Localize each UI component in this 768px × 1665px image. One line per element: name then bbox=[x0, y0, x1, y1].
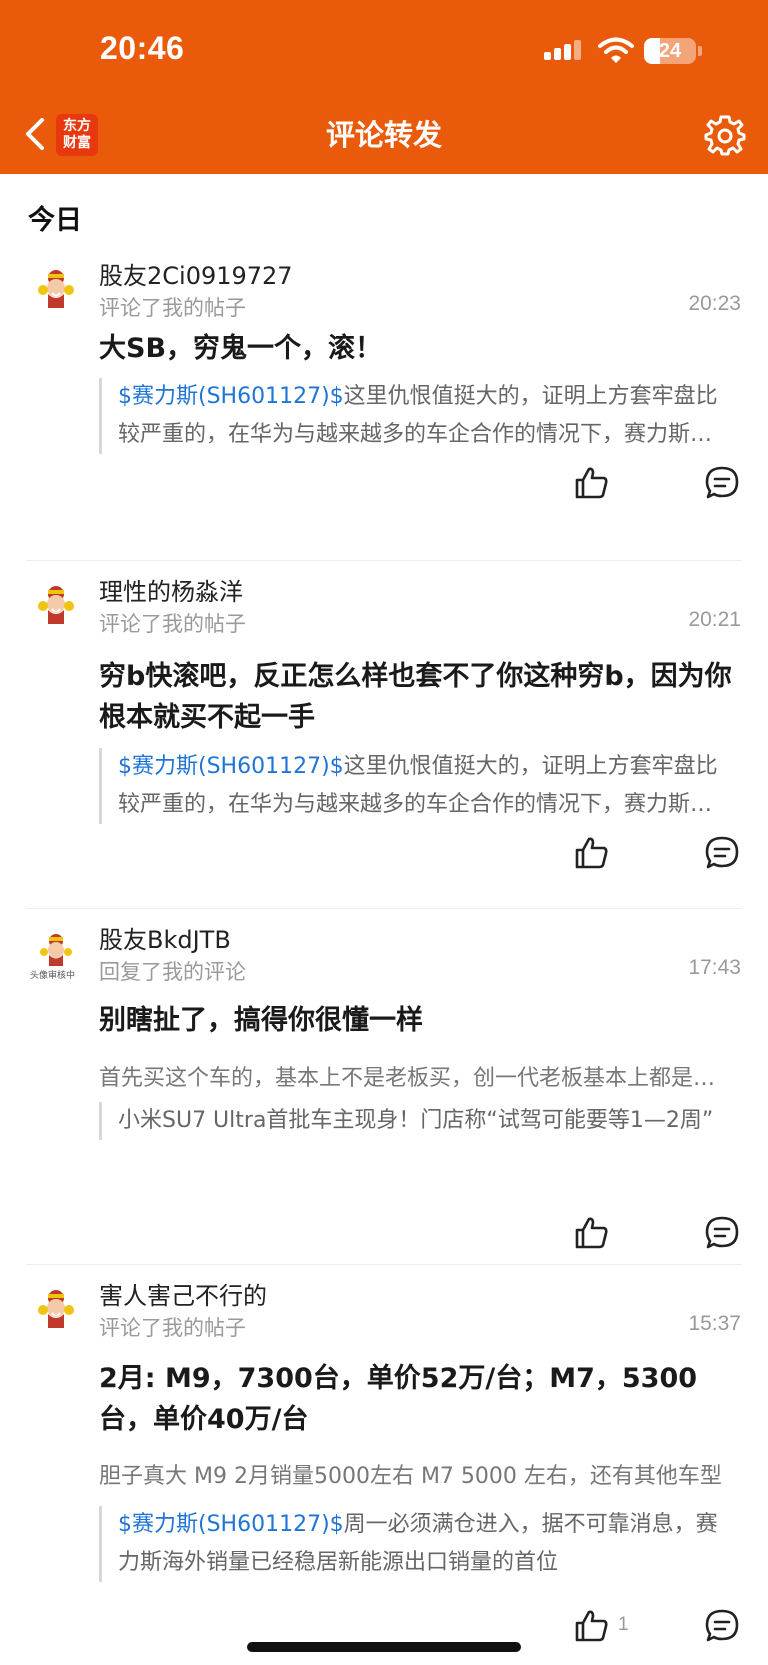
page-title: 评论转发 bbox=[325, 118, 442, 152]
divider bbox=[26, 908, 742, 909]
avatar[interactable] bbox=[34, 268, 78, 312]
stock-link[interactable]: $赛力斯(SH601127)$ bbox=[118, 384, 344, 409]
comment-content[interactable]: 别瞎扯了，搞得你很懂一样 bbox=[99, 1000, 739, 1041]
thumbs-up-icon[interactable] bbox=[574, 1608, 610, 1644]
timestamp: 17:43 bbox=[688, 956, 741, 979]
quoted-post[interactable]: 小米SU7 Ultra首批车主现身！门店称“试驾可能要等1—2周” bbox=[99, 1102, 729, 1140]
thumbs-up-icon[interactable] bbox=[574, 1215, 610, 1251]
comment-icon[interactable] bbox=[704, 835, 740, 871]
stock-link[interactable]: $赛力斯(SH601127)$ bbox=[118, 1512, 344, 1537]
comment-icon[interactable] bbox=[704, 1608, 740, 1644]
notification-card[interactable]: 理性的杨淼洋 评论了我的帖子 20:21 穷b快滚吧，反正怎么样也套不了你这种穷… bbox=[0, 572, 768, 872]
notification-card[interactable]: 头像审核中 股友BkdJTB 回复了我的评论 17:43 别瞎扯了，搞得你很懂一… bbox=[0, 920, 768, 1249]
comment-content[interactable]: 大SB，穷鬼一个，滚！ bbox=[99, 328, 739, 369]
username[interactable]: 害人害己不行的 bbox=[99, 1276, 267, 1311]
battery-level: 24 bbox=[658, 40, 682, 62]
thumbs-up-icon[interactable] bbox=[574, 465, 610, 501]
wifi-icon bbox=[598, 37, 634, 63]
thumbs-up-icon[interactable] bbox=[574, 835, 610, 871]
comment-content[interactable]: 2月: M9，7300台，单价52万/台；M7，5300台，单价40万/台 bbox=[99, 1358, 739, 1440]
action-text: 回复了我的评论 bbox=[99, 960, 246, 984]
app-header: 20:46 24 东方 财富 评论转发 bbox=[0, 0, 768, 174]
quoted-post[interactable]: $赛力斯(SH601127)$周一必须满仓进入，据不可靠消息，赛力斯海外销量已经… bbox=[99, 1506, 729, 1582]
action-text: 评论了我的帖子 bbox=[99, 612, 246, 636]
status-time: 20:46 bbox=[100, 30, 185, 66]
like-count: 1 bbox=[618, 1614, 629, 1635]
cellular-signal-icon bbox=[544, 40, 584, 60]
action-text: 评论了我的帖子 bbox=[99, 296, 246, 320]
quote-text: 小米SU7 Ultra首批车主现身！门店称“试驾可能要等1—2周” bbox=[118, 1108, 714, 1133]
comment-icon[interactable] bbox=[704, 465, 740, 501]
divider bbox=[26, 560, 742, 561]
avatar[interactable] bbox=[34, 584, 78, 628]
timestamp: 15:37 bbox=[688, 1312, 741, 1335]
stock-link[interactable]: $赛力斯(SH601127)$ bbox=[118, 754, 344, 779]
divider bbox=[26, 1264, 742, 1265]
username[interactable]: 股友BkdJTB bbox=[99, 920, 231, 955]
home-indicator[interactable] bbox=[247, 1642, 521, 1652]
username[interactable]: 股友2Ci0919727 bbox=[99, 256, 293, 291]
notification-card[interactable]: 害人害己不行的 评论了我的帖子 15:37 2月: M9，7300台，单价52万… bbox=[0, 1276, 768, 1656]
battery-indicator: 24 bbox=[644, 38, 696, 64]
timestamp: 20:21 bbox=[688, 608, 741, 631]
section-title-today: 今日 bbox=[28, 205, 82, 236]
avatar-review-tag: 头像审核中 bbox=[30, 971, 76, 981]
original-comment[interactable]: 胆子真大 M9 2月销量5000左右 M7 5000 左右，还有其他车型 bbox=[99, 1458, 729, 1490]
avatar[interactable] bbox=[34, 1288, 78, 1332]
quoted-post[interactable]: $赛力斯(SH601127)$这里仇恨值挺大的，证明上方套牢盘比较严重的，在华为… bbox=[99, 748, 729, 824]
timestamp: 20:23 bbox=[688, 292, 741, 315]
comment-content[interactable]: 穷b快滚吧，反正怎么样也套不了你这种穷b，因为你根本就买不起一手 bbox=[99, 656, 739, 738]
notification-card[interactable]: 股友2Ci0919727 评论了我的帖子 20:23 大SB，穷鬼一个，滚！ $… bbox=[0, 256, 768, 536]
comment-icon[interactable] bbox=[704, 1215, 740, 1251]
gear-icon[interactable] bbox=[704, 115, 746, 157]
username[interactable]: 理性的杨淼洋 bbox=[99, 572, 243, 607]
action-text: 评论了我的帖子 bbox=[99, 1316, 246, 1340]
quoted-post[interactable]: $赛力斯(SH601127)$这里仇恨值挺大的，证明上方套牢盘比较严重的，在华为… bbox=[99, 378, 729, 454]
original-comment[interactable]: 首先买这个车的，基本上不是老板买，创一代老板基本上都是年纪比较大的 bbox=[99, 1060, 729, 1092]
